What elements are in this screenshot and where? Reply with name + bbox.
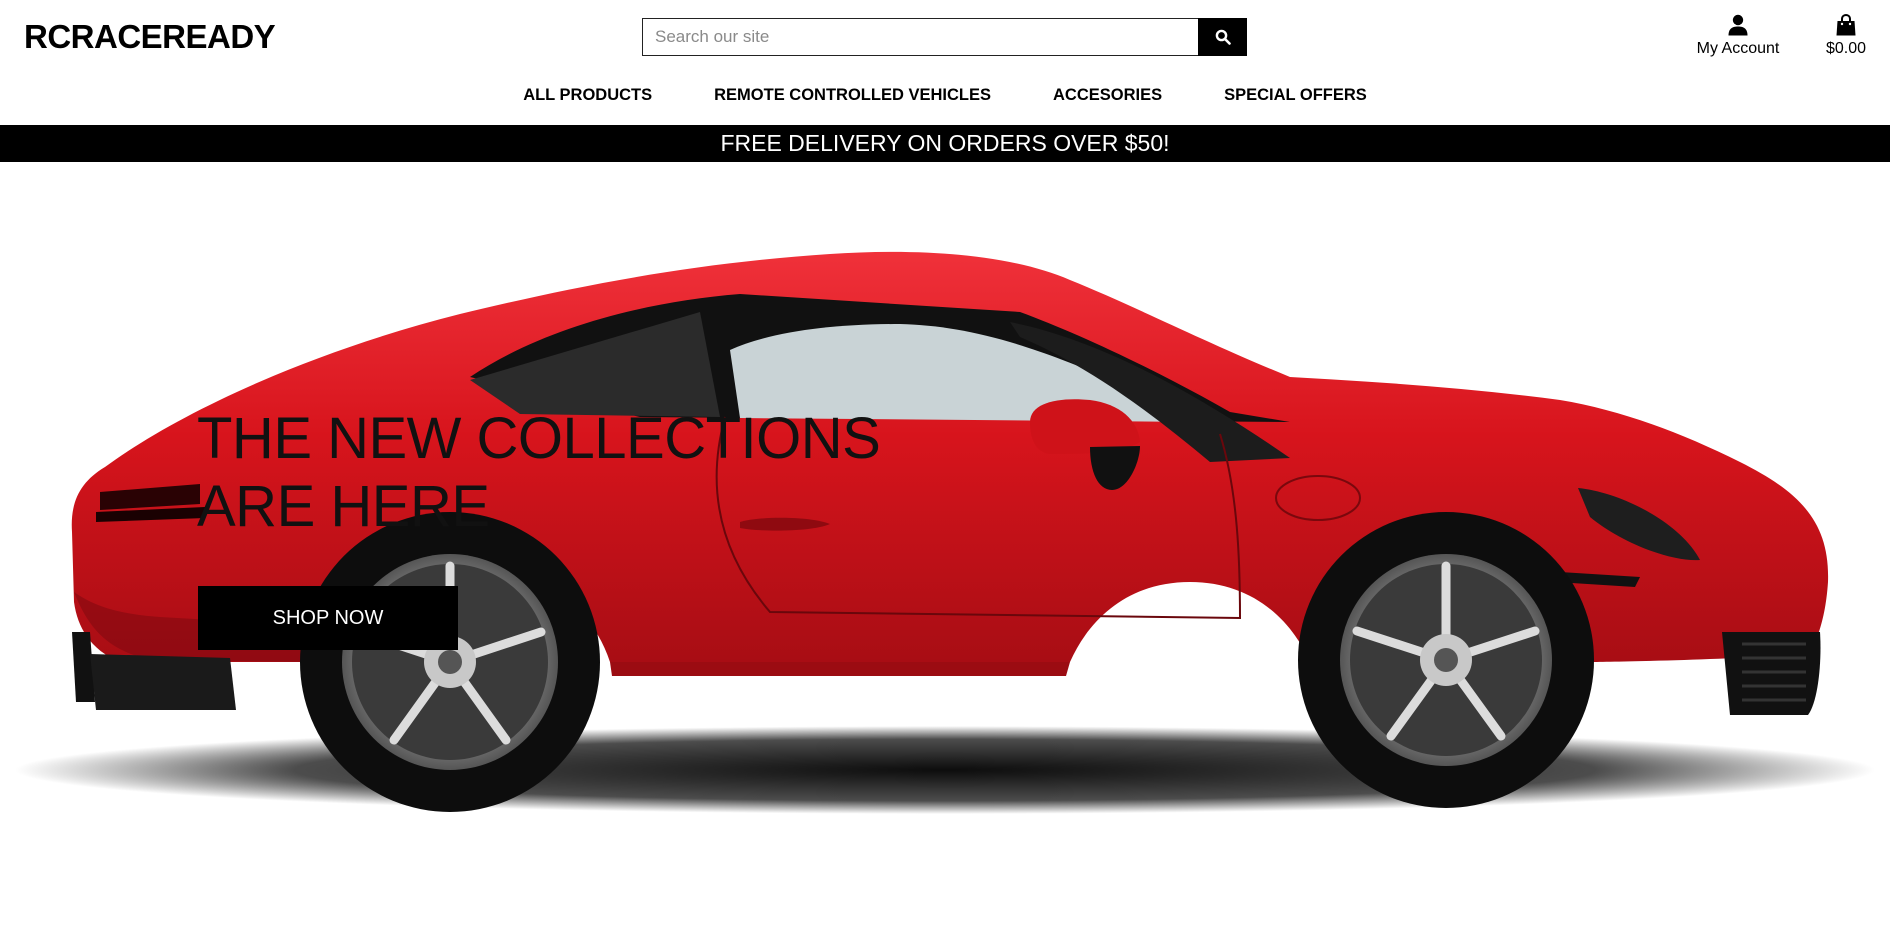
search-button[interactable] — [1198, 18, 1247, 56]
site-logo[interactable]: RCRACEREADY — [24, 18, 276, 56]
my-account-link[interactable]: My Account — [1695, 12, 1781, 58]
search-input[interactable] — [642, 18, 1198, 56]
shop-now-button[interactable]: SHOP NOW — [198, 586, 458, 650]
nav-item-remote-controlled-vehicles[interactable]: REMOTE CONTROLLED VEHICLES — [714, 86, 991, 105]
banner-text: FREE DELIVERY ON ORDERS OVER $50! — [720, 130, 1170, 156]
site-header: RCRACEREADY My Account $0 — [0, 0, 1890, 125]
my-account-label: My Account — [1696, 40, 1780, 57]
hero-car-image — [15, 251, 1875, 814]
nav-item-accesories[interactable]: ACCESORIES — [1053, 86, 1162, 105]
nav-item-special-offers[interactable]: SPECIAL OFFERS — [1224, 86, 1367, 105]
cart-link[interactable]: $0.00 — [1818, 12, 1874, 58]
cart-total: $0.00 — [1825, 40, 1867, 57]
hero-title: THE NEW COLLECTIONS ARE HERE — [197, 405, 897, 541]
shopping-bag-icon — [1836, 14, 1856, 36]
search-form — [642, 18, 1247, 56]
search-icon — [1215, 29, 1231, 45]
free-delivery-banner: FREE DELIVERY ON ORDERS OVER $50! — [0, 125, 1890, 162]
main-nav: ALL PRODUCTS REMOTE CONTROLLED VEHICLES … — [0, 86, 1890, 105]
user-icon — [1728, 14, 1748, 36]
hero-title-line-2: ARE HERE — [197, 474, 490, 539]
nav-item-all-products[interactable]: ALL PRODUCTS — [523, 86, 652, 105]
hero-section: THE NEW COLLECTIONS ARE HERE SHOP NOW — [0, 162, 1890, 934]
hero-title-line-1: THE NEW COLLECTIONS — [197, 406, 881, 471]
